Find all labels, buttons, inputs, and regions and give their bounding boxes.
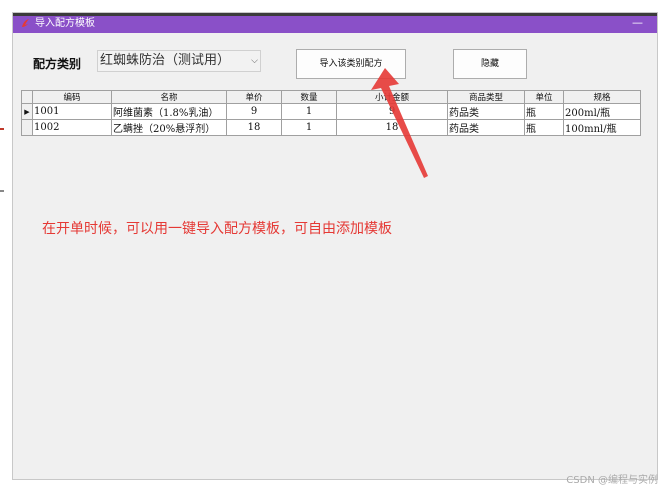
- cell-spec[interactable]: 100mnl/瓶: [563, 119, 641, 136]
- cell-subtotal[interactable]: 18: [336, 119, 448, 136]
- cell-price[interactable]: 18: [226, 119, 282, 136]
- table-row[interactable]: 1002 乙螨挫（20%悬浮剂） 18 1 18 药品类 瓶 100mnl/瓶: [21, 119, 641, 136]
- import-category-button[interactable]: 导入该类别配方: [296, 49, 406, 79]
- category-label: 配方类别: [33, 57, 82, 71]
- cell-product-type[interactable]: 药品类: [447, 103, 525, 120]
- cell-product-type[interactable]: 药品类: [447, 119, 525, 136]
- app-logo-icon: [22, 19, 29, 27]
- row-indicator: [21, 119, 33, 136]
- cell-price[interactable]: 9: [226, 103, 282, 120]
- template-table: 编码 名称 单价 数量 小计金额 商品类型 单位 规格 ▶ 1001 阿维菌素（…: [21, 90, 641, 136]
- annotation-text: 在开单时候，可以用一键导入配方模板，可自由添加模板: [42, 221, 392, 237]
- cell-spec[interactable]: 200ml/瓶: [563, 103, 641, 120]
- row-indicator-header: [21, 90, 33, 104]
- table-row[interactable]: ▶ 1001 阿维菌素（1.8%乳油） 9 1 9 药品类 瓶 200ml/瓶: [21, 103, 641, 120]
- col-header-quantity[interactable]: 数量: [281, 90, 337, 104]
- cell-unit[interactable]: 瓶: [524, 103, 564, 120]
- cell-subtotal[interactable]: 9: [336, 103, 448, 120]
- col-header-spec[interactable]: 规格: [563, 90, 641, 104]
- left-edge-marker: [0, 190, 4, 192]
- left-edge-marker: [0, 128, 4, 130]
- window-title: 导入配方模板: [35, 18, 95, 29]
- title-bar: 导入配方模板 —: [13, 13, 657, 33]
- col-header-code[interactable]: 编码: [32, 90, 112, 104]
- watermark-text: CSDN @编程与实例: [566, 475, 658, 486]
- hide-button[interactable]: 隐藏: [453, 49, 527, 79]
- cell-code[interactable]: 1002: [32, 119, 112, 136]
- col-header-name[interactable]: 名称: [111, 90, 227, 104]
- cell-quantity[interactable]: 1: [281, 119, 337, 136]
- category-select[interactable]: 红蜘蛛防治（测试用） ⌵: [97, 50, 261, 72]
- minimize-button[interactable]: —: [632, 13, 643, 33]
- col-header-price[interactable]: 单价: [226, 90, 282, 104]
- chevron-down-icon[interactable]: ⌵: [251, 51, 258, 71]
- cell-unit[interactable]: 瓶: [524, 119, 564, 136]
- current-row-indicator-icon: ▶: [21, 103, 33, 120]
- col-header-unit[interactable]: 单位: [524, 90, 564, 104]
- col-header-subtotal[interactable]: 小计金额: [336, 90, 448, 104]
- table-header-row: 编码 名称 单价 数量 小计金额 商品类型 单位 规格: [21, 90, 641, 104]
- title-bar-top-strip: [13, 13, 657, 16]
- col-header-product-type[interactable]: 商品类型: [447, 90, 525, 104]
- cell-code[interactable]: 1001: [32, 103, 112, 120]
- cell-name[interactable]: 乙螨挫（20%悬浮剂）: [111, 119, 227, 136]
- cell-name[interactable]: 阿维菌素（1.8%乳油）: [111, 103, 227, 120]
- cell-quantity[interactable]: 1: [281, 103, 337, 120]
- import-template-window: 导入配方模板 — 配方类别 红蜘蛛防治（测试用） ⌵ 导入该类别配方 隐藏 编码…: [12, 12, 658, 480]
- category-select-value: 红蜘蛛防治（测试用）: [100, 53, 231, 68]
